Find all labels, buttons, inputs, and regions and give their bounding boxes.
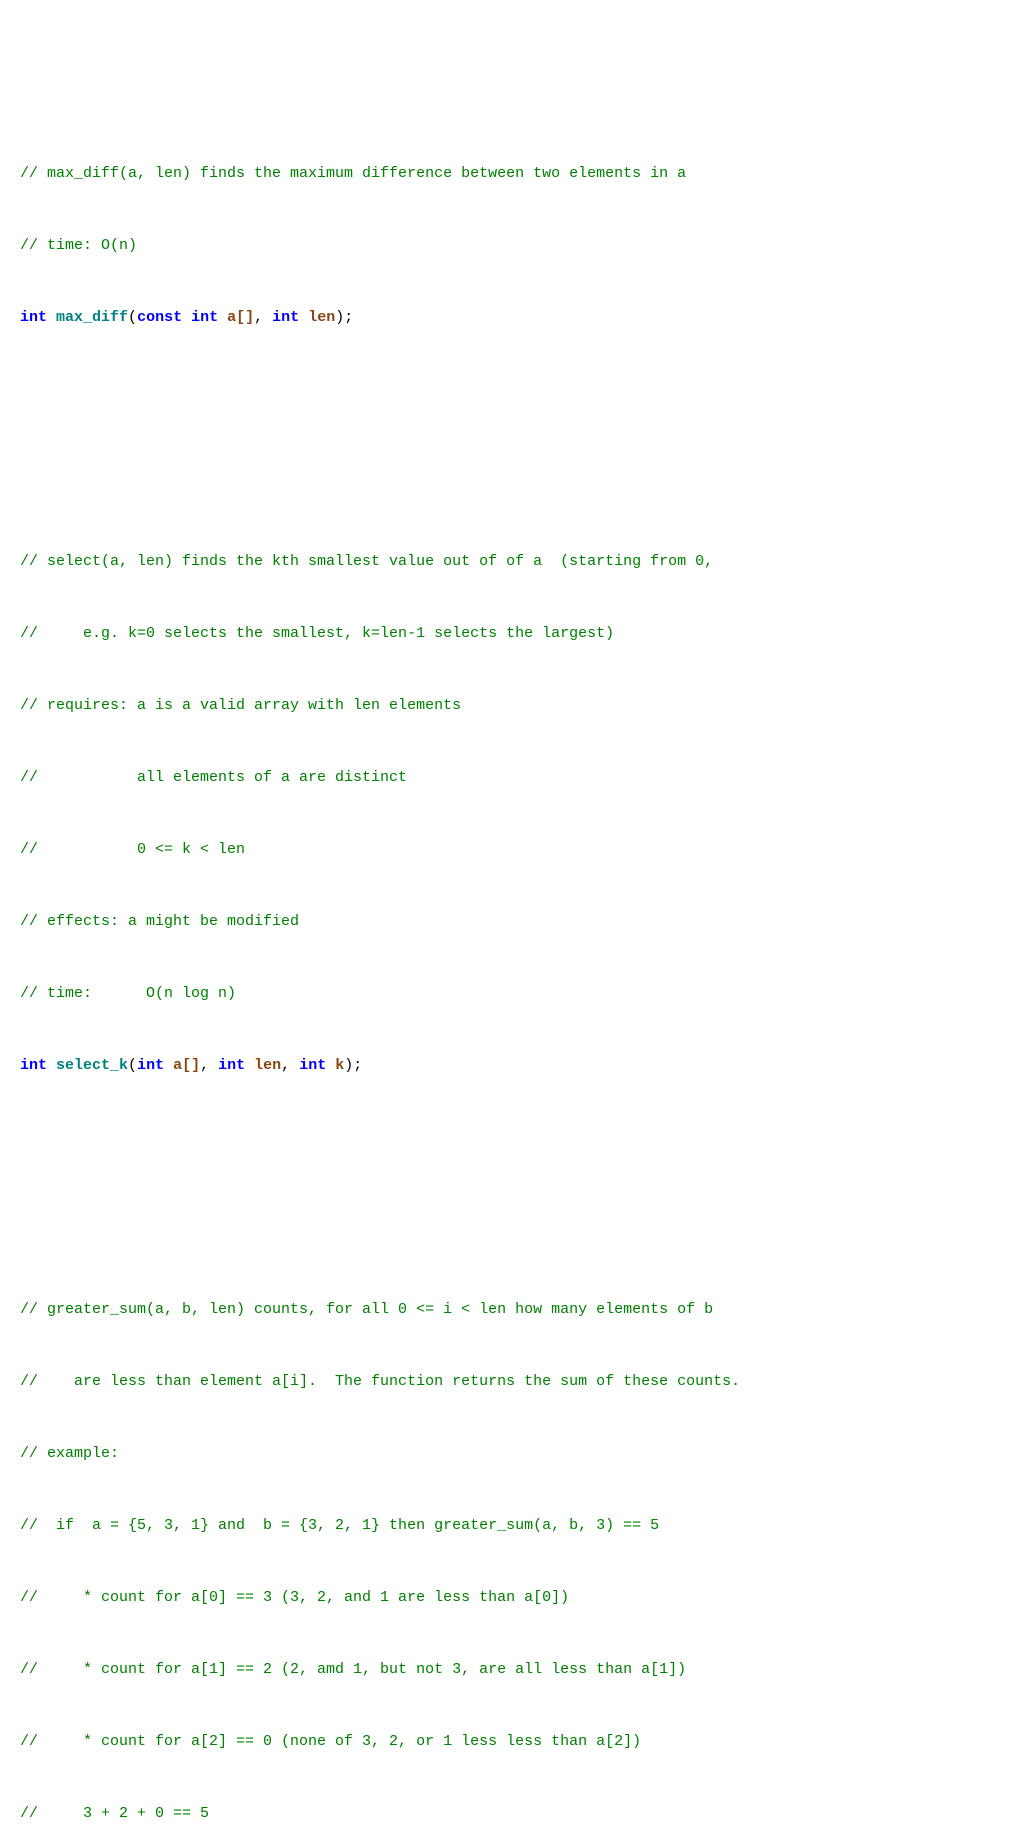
keyword-int: int: [20, 309, 47, 326]
comment-line: // select(a, len) finds the kth smallest…: [20, 550, 1004, 574]
signature-line: int max_diff(const int a[], int len);: [20, 306, 1004, 330]
type-int: int: [137, 1057, 164, 1074]
comment-line: // * count for a[0] == 3 (3, 2, and 1 ar…: [20, 1586, 1004, 1610]
comment-line: // 0 <= k < len: [20, 838, 1004, 862]
param-a: a[]: [173, 1057, 200, 1074]
comment-line: // time: O(n): [20, 234, 1004, 258]
type-int2: int: [218, 1057, 245, 1074]
keyword-const: const: [137, 309, 182, 326]
type-int: int: [191, 309, 218, 326]
comma2: ,: [281, 1057, 299, 1074]
type-int3: int: [299, 1057, 326, 1074]
comment-line: // greater_sum(a, b, len) counts, for al…: [20, 1298, 1004, 1322]
param-len: len: [254, 1057, 281, 1074]
section-greater-sum: // greater_sum(a, b, len) counts, for al…: [20, 1250, 1004, 1838]
comment-line: // all elements of a are distinct: [20, 766, 1004, 790]
paren-open: (: [128, 1057, 137, 1074]
comma: ,: [254, 309, 272, 326]
param-a: a[]: [227, 309, 254, 326]
section-max-diff: // max_diff(a, len) finds the maximum di…: [20, 114, 1004, 378]
param-len: len: [308, 309, 335, 326]
comment-line: // time: O(n log n): [20, 982, 1004, 1006]
code-container: // max_diff(a, len) finds the maximum di…: [20, 18, 1004, 1838]
paren-close: );: [335, 309, 353, 326]
param-k: k: [335, 1057, 344, 1074]
comment-line: // if a = {5, 3, 1} and b = {3, 2, 1} th…: [20, 1514, 1004, 1538]
comment-line: // max_diff(a, len) finds the maximum di…: [20, 162, 1004, 186]
paren-close: );: [344, 1057, 362, 1074]
comment-line: // are less than element a[i]. The funct…: [20, 1370, 1004, 1394]
keyword-int: int: [20, 1057, 47, 1074]
comment-line: // 3 + 2 + 0 == 5: [20, 1802, 1004, 1826]
signature-line: int select_k(int a[], int len, int k);: [20, 1054, 1004, 1078]
function-name-max-diff: max_diff: [56, 309, 128, 326]
comment-line: // e.g. k=0 selects the smallest, k=len-…: [20, 622, 1004, 646]
comment-line: // example:: [20, 1442, 1004, 1466]
comment-line: // * count for a[1] == 2 (2, amd 1, but …: [20, 1658, 1004, 1682]
comment-line: // * count for a[2] == 0 (none of 3, 2, …: [20, 1730, 1004, 1754]
paren-open: (: [128, 309, 137, 326]
type-int2: int: [272, 309, 299, 326]
section-select-k: // select(a, len) finds the kth smallest…: [20, 502, 1004, 1126]
comment-line: // requires: a is a valid array with len…: [20, 694, 1004, 718]
comment-line: // effects: a might be modified: [20, 910, 1004, 934]
function-name-select-k: select_k: [56, 1057, 128, 1074]
comma: ,: [200, 1057, 218, 1074]
